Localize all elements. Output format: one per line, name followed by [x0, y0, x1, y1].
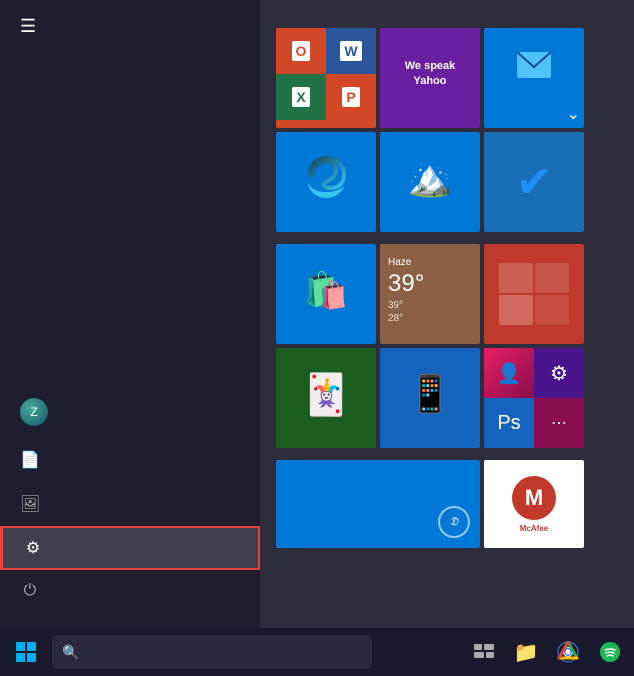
store-icon: 🛍️	[304, 269, 349, 311]
taskbar: 🔍 📁	[0, 628, 634, 676]
productivity-tiles: O W X P We speakYahoo	[276, 28, 618, 232]
play-cell-4: ⋯	[534, 398, 584, 448]
news-icon	[484, 244, 584, 344]
tile-play[interactable]: 👤 ⚙ Ps ⋯	[484, 348, 584, 448]
play-collage: 👤 ⚙ Ps ⋯	[484, 348, 584, 448]
tile-your-phone[interactable]: 📱	[380, 348, 480, 448]
spotify-button[interactable]	[590, 628, 630, 676]
tile-edge-label	[276, 224, 284, 232]
chrome-button[interactable]	[548, 628, 588, 676]
tile-yahoo-mail[interactable]: We speakYahoo	[380, 28, 480, 128]
tile-solitaire[interactable]: 🃏	[276, 348, 376, 448]
news-grid	[499, 263, 569, 325]
tile-weather-label	[380, 336, 388, 344]
spotify-icon	[599, 641, 621, 663]
sidebar-item-documents[interactable]: 📄	[0, 438, 260, 482]
file-explorer-button[interactable]: 📁	[506, 628, 546, 676]
mail-icons	[516, 51, 552, 79]
tile-play-label	[488, 436, 496, 444]
solitaire-icon: 🃏	[301, 371, 351, 418]
tile-ms-store[interactable]: 🛍️	[276, 244, 376, 344]
phone-icon: 📱	[408, 373, 453, 415]
hamburger-icon[interactable]: ☰	[20, 16, 36, 37]
sidebar: ☰ Z 📄 🖼 ⚙ ⏻	[0, 0, 260, 628]
sidebar-item-power[interactable]: ⏻	[0, 570, 260, 612]
avatar: Z	[20, 398, 48, 426]
weather-city: Haze	[388, 257, 411, 268]
tile-weather[interactable]: Haze 39° 39° 28°	[380, 244, 480, 344]
office-icons-grid: O W X P	[276, 28, 376, 120]
play-cell-2: ⚙	[534, 348, 584, 398]
sidebar-item-settings[interactable]: ⚙	[0, 526, 260, 570]
pictures-icon: 🖼	[20, 494, 40, 514]
settings-icon: ⚙	[23, 538, 43, 558]
office-icon-o: O	[276, 28, 326, 74]
taskbar-icons: 📁	[464, 628, 630, 676]
weather-content: Haze 39° 39° 28°	[380, 244, 480, 336]
tile-office[interactable]: O W X P	[276, 28, 376, 128]
tile-mcafee[interactable]: M McAfee	[484, 460, 584, 548]
office-icon-x: X	[276, 74, 326, 120]
dell-logo: 𝔇	[438, 506, 470, 538]
mcafee-shield: M	[512, 476, 556, 520]
weather-minmax: 39°	[388, 300, 403, 311]
tile-check[interactable]: ✔	[484, 132, 584, 232]
yahoo-text: We speakYahoo	[405, 59, 456, 90]
tile-edge[interactable]	[276, 132, 376, 232]
office-icon-w: W	[326, 28, 376, 74]
play-cell-1: 👤	[484, 348, 534, 398]
start-menu: ☰ Z 📄 🖼 ⚙ ⏻	[0, 0, 634, 628]
tile-my-dell[interactable]: 𝔇	[276, 460, 480, 548]
search-bar[interactable]: 🔍	[52, 635, 372, 669]
documents-icon: 📄	[20, 450, 40, 470]
sidebar-top: ☰	[0, 0, 260, 53]
tile-mail[interactable]: ⌄	[484, 28, 584, 128]
tile-mail-label	[380, 120, 388, 128]
task-view-button[interactable]	[464, 628, 504, 676]
start-button[interactable]	[4, 628, 48, 676]
tile-photos[interactable]: 🏔️	[380, 132, 480, 232]
tile-solitaire-label	[276, 440, 284, 448]
edge-svg	[302, 154, 350, 202]
search-icon: 🔍	[62, 644, 79, 661]
weather-low: 28°	[388, 313, 403, 324]
tile-news[interactable]	[484, 244, 584, 344]
tiles-area: O W X P We speakYahoo	[260, 0, 634, 628]
tile-office-label	[276, 120, 284, 128]
mcafee-icon: M McAfee	[512, 476, 556, 533]
edge-icon	[302, 154, 350, 202]
sidebar-item-pictures[interactable]: 🖼	[0, 482, 260, 526]
office-icon-p: P	[326, 74, 376, 120]
dell-tiles: 𝔇 M McAfee	[276, 460, 618, 548]
mail-chevron: ⌄	[567, 104, 580, 124]
photos-icon: 🏔️	[408, 157, 453, 199]
mcafee-label: McAfee	[520, 524, 548, 533]
weather-temp: 39°	[388, 270, 424, 298]
tile-photos-label	[380, 224, 388, 232]
sidebar-user[interactable]: Z	[0, 386, 260, 438]
windows-logo	[16, 642, 36, 662]
tile-phone-label	[380, 440, 388, 448]
task-view-icon	[474, 644, 494, 660]
explore-tiles: 🛍️ Haze 39° 39° 28°	[276, 244, 618, 448]
chrome-icon	[557, 641, 579, 663]
mail-icon	[516, 51, 552, 79]
check-icon: ✔	[516, 157, 553, 208]
folder-icon: 📁	[514, 640, 539, 665]
tile-store-label	[276, 336, 284, 344]
power-icon: ⏻	[20, 582, 40, 600]
